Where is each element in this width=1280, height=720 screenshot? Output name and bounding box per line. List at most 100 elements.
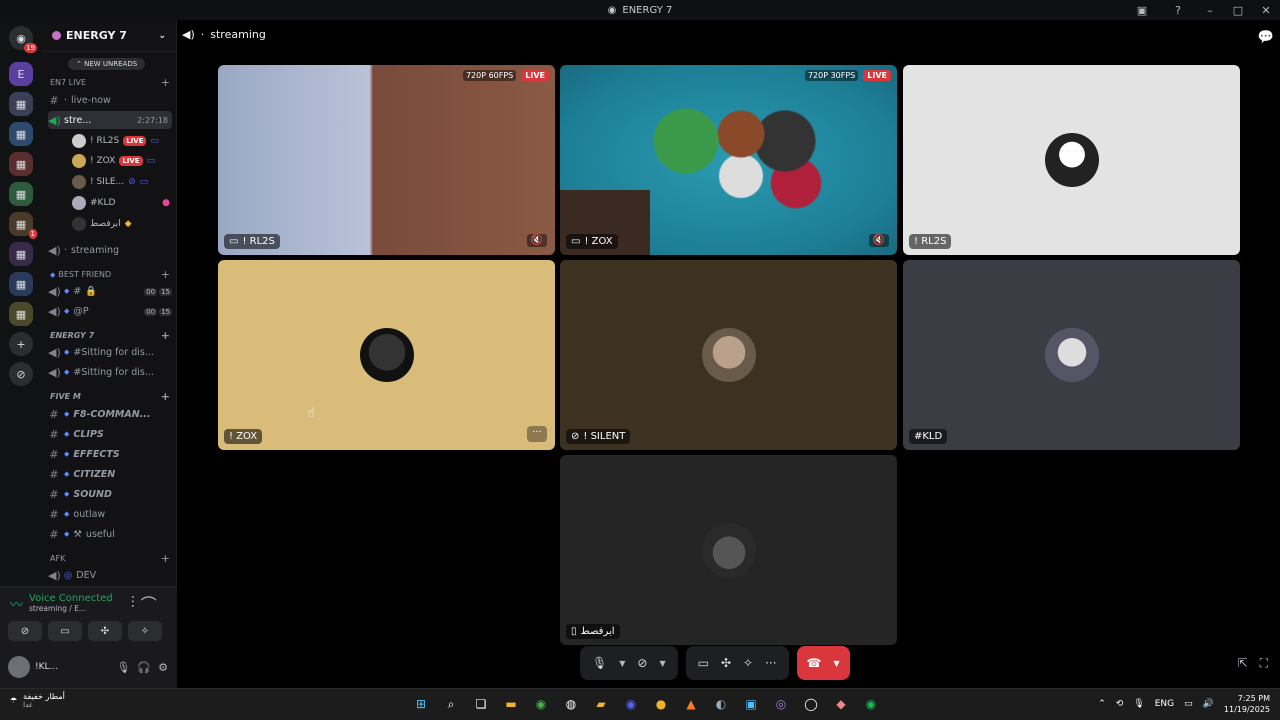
chat-icon[interactable]: 💬 xyxy=(1258,30,1274,45)
avatar[interactable] xyxy=(8,656,30,678)
github-icon[interactable]: ◍ xyxy=(560,693,582,715)
headphones-icon[interactable]: 🎧 xyxy=(137,661,151,674)
server-icon[interactable]: ▦ xyxy=(9,122,33,146)
category-best-friend[interactable]: ◆ BEST FRIEND + xyxy=(50,268,170,281)
voice-user[interactable]: #KLD ● xyxy=(72,193,170,213)
app-icon[interactable]: ▣ xyxy=(740,693,762,715)
channel-streaming[interactable]: ◀) · streaming xyxy=(48,241,172,259)
channel-streaming-selected[interactable]: ◀) stre... 2:27:18 xyxy=(48,111,172,129)
app-icon[interactable]: ◯ xyxy=(800,693,822,715)
server-icon[interactable]: ▦ xyxy=(9,242,33,266)
server-icon[interactable]: E xyxy=(9,62,33,86)
channel-outlaw[interactable]: # ◆ outlaw xyxy=(48,505,172,523)
voice-user[interactable]: ! RL2S LIVE ▭ xyxy=(72,131,170,151)
app-icon[interactable]: ◆ xyxy=(830,693,852,715)
fullscreen-icon[interactable]: ⛶ xyxy=(1260,656,1268,671)
new-unreads-pill[interactable]: ⌃ NEW UNREADS xyxy=(68,58,146,70)
mute-icon[interactable]: 🔇 xyxy=(868,234,889,247)
hang-up-icon[interactable]: ☎ xyxy=(807,656,822,670)
channel-at-p[interactable]: ◀) ◆ @P 00 15 xyxy=(48,302,172,320)
channel-f8[interactable]: # ◆ F8-COMMAN... xyxy=(48,405,172,423)
channel-sound[interactable]: # ◆ SOUND xyxy=(48,485,172,503)
add-server-icon[interactable]: + xyxy=(9,332,33,356)
activities-button[interactable]: ✣ xyxy=(88,621,122,641)
sync-icon[interactable]: ⟲ xyxy=(1116,699,1124,709)
mic-icon[interactable]: 🎙 xyxy=(116,661,130,674)
add-channel-icon[interactable]: + xyxy=(161,552,170,565)
task-view-icon[interactable]: ❏ xyxy=(470,693,492,715)
discover-icon[interactable]: ⊘ xyxy=(9,362,33,386)
volume-icon[interactable]: 🔊 xyxy=(1203,699,1214,709)
channel-sitting-2[interactable]: ◀) ◆ #Sitting for dis... xyxy=(48,363,172,381)
home-button[interactable]: ◉ 19 xyxy=(9,26,37,53)
pop-out-icon[interactable]: ⇱ xyxy=(1238,656,1248,671)
participant-tile[interactable]: ⊘! SILENT xyxy=(560,260,897,450)
chevron-down-icon[interactable]: ▼ xyxy=(659,659,665,668)
guild-header[interactable]: ENERGY 7 ⌄ xyxy=(42,20,176,52)
channel-effects[interactable]: # ◆ EFFECTS xyxy=(48,445,172,463)
close-button[interactable]: ✕ xyxy=(1252,4,1280,17)
voice-user[interactable]: ! ZOX LIVE ▭ xyxy=(72,151,170,171)
stream-tile[interactable]: 720P 60FPS LIVE ▭! RL2S 🔇 xyxy=(218,65,555,255)
chrome-icon[interactable]: ◉ xyxy=(530,693,552,715)
server-icon[interactable]: ▦ xyxy=(9,92,33,116)
participant-tile[interactable]: ▯ ابرفصط xyxy=(560,455,897,645)
disconnect-icon[interactable]: ⌒ xyxy=(141,591,157,615)
spotify-icon[interactable]: ◉ xyxy=(860,693,882,715)
help-icon[interactable]: ? xyxy=(1160,4,1196,17)
inbox-icon[interactable]: ▣ xyxy=(1124,4,1160,17)
camera-off-button[interactable]: ⊘ xyxy=(8,621,42,641)
app-icon[interactable]: ◎ xyxy=(770,693,792,715)
add-channel-icon[interactable]: + xyxy=(161,268,170,281)
channel-lock[interactable]: ◀) ◆ # 🔒 00 15 xyxy=(48,282,172,300)
discord-icon[interactable]: ◉ xyxy=(620,693,642,715)
language-indicator[interactable]: ENG xyxy=(1155,699,1174,709)
participant-tile[interactable]: ! ZOX ··· xyxy=(218,260,555,450)
camera-off-icon[interactable]: ⊘ xyxy=(637,656,647,670)
voice-user[interactable]: ابرفصط ◆ xyxy=(72,214,170,234)
add-channel-icon[interactable]: + xyxy=(161,390,170,403)
soundboard-button[interactable]: ✧ xyxy=(128,621,162,641)
more-options-button[interactable]: ··· xyxy=(527,426,547,442)
mic-icon[interactable]: 🎙 xyxy=(1133,699,1144,709)
add-channel-icon[interactable]: + xyxy=(161,329,170,342)
stream-tile[interactable]: 720P 30FPS LIVE ▭! ZOX 🔇 xyxy=(560,65,897,255)
participant-tile[interactable]: #KLD xyxy=(903,260,1240,450)
maximize-button[interactable]: □ xyxy=(1224,4,1252,17)
voice-user[interactable]: ! SILE... ⊘ ▭ xyxy=(72,172,170,192)
start-icon[interactable]: ⊞ xyxy=(410,693,432,715)
server-icon[interactable]: ▦ 1 xyxy=(9,212,37,239)
channel-citizen[interactable]: # ◆ CITIZEN xyxy=(48,465,172,483)
app-icon[interactable]: ● xyxy=(650,693,672,715)
signal-icon[interactable]: 〰 xyxy=(10,594,23,613)
participant-tile[interactable]: ! RL2S xyxy=(903,65,1240,255)
category-fivem[interactable]: FIVE M + xyxy=(50,390,170,403)
channel-clips[interactable]: # ◆ CLIPS xyxy=(48,425,172,443)
server-icon[interactable]: ▦ xyxy=(9,152,33,176)
mic-icon[interactable]: 🎙 xyxy=(592,656,607,670)
app-icon[interactable]: ▲ xyxy=(680,693,702,715)
steam-icon[interactable]: ◐ xyxy=(710,693,732,715)
chevron-down-icon[interactable]: ▼ xyxy=(619,659,625,668)
category-energy7[interactable]: ENERGY 7 + xyxy=(50,329,170,342)
weather-widget[interactable]: ☂ أمطار خفيفة غدا xyxy=(10,692,65,709)
network-icon[interactable]: ▭ xyxy=(1184,699,1193,709)
category-afk[interactable]: AFK + xyxy=(50,552,170,565)
more-icon[interactable]: ··· xyxy=(765,656,776,670)
app-icon[interactable]: ▰ xyxy=(590,693,612,715)
chevron-up-icon[interactable]: ⌃ xyxy=(1098,699,1106,709)
chevron-down-icon[interactable]: ▼ xyxy=(833,659,839,668)
channel-dev[interactable]: ◀) ◎ DEV xyxy=(48,566,172,584)
server-icon[interactable]: ▦ xyxy=(9,182,33,206)
channel-useful[interactable]: # ◆ ⚒ useful xyxy=(48,525,172,543)
channel-live-now[interactable]: # · live-now xyxy=(48,91,172,109)
soundboard-icon[interactable]: ✧ xyxy=(743,656,753,670)
activities-icon[interactable]: ✣ xyxy=(721,656,731,670)
gear-icon[interactable]: ⚙ xyxy=(158,661,168,674)
server-icon[interactable]: ▦ xyxy=(9,302,33,326)
mute-icon[interactable]: 🔇 xyxy=(526,234,547,247)
channel-sitting-1[interactable]: ◀) ◆ #Sitting for dis... xyxy=(48,343,172,361)
category-en7-live[interactable]: EN7 LIVE + xyxy=(50,76,170,89)
screen-share-button[interactable]: ▭ xyxy=(48,621,82,641)
screen-share-icon[interactable]: ▭ xyxy=(698,656,709,670)
